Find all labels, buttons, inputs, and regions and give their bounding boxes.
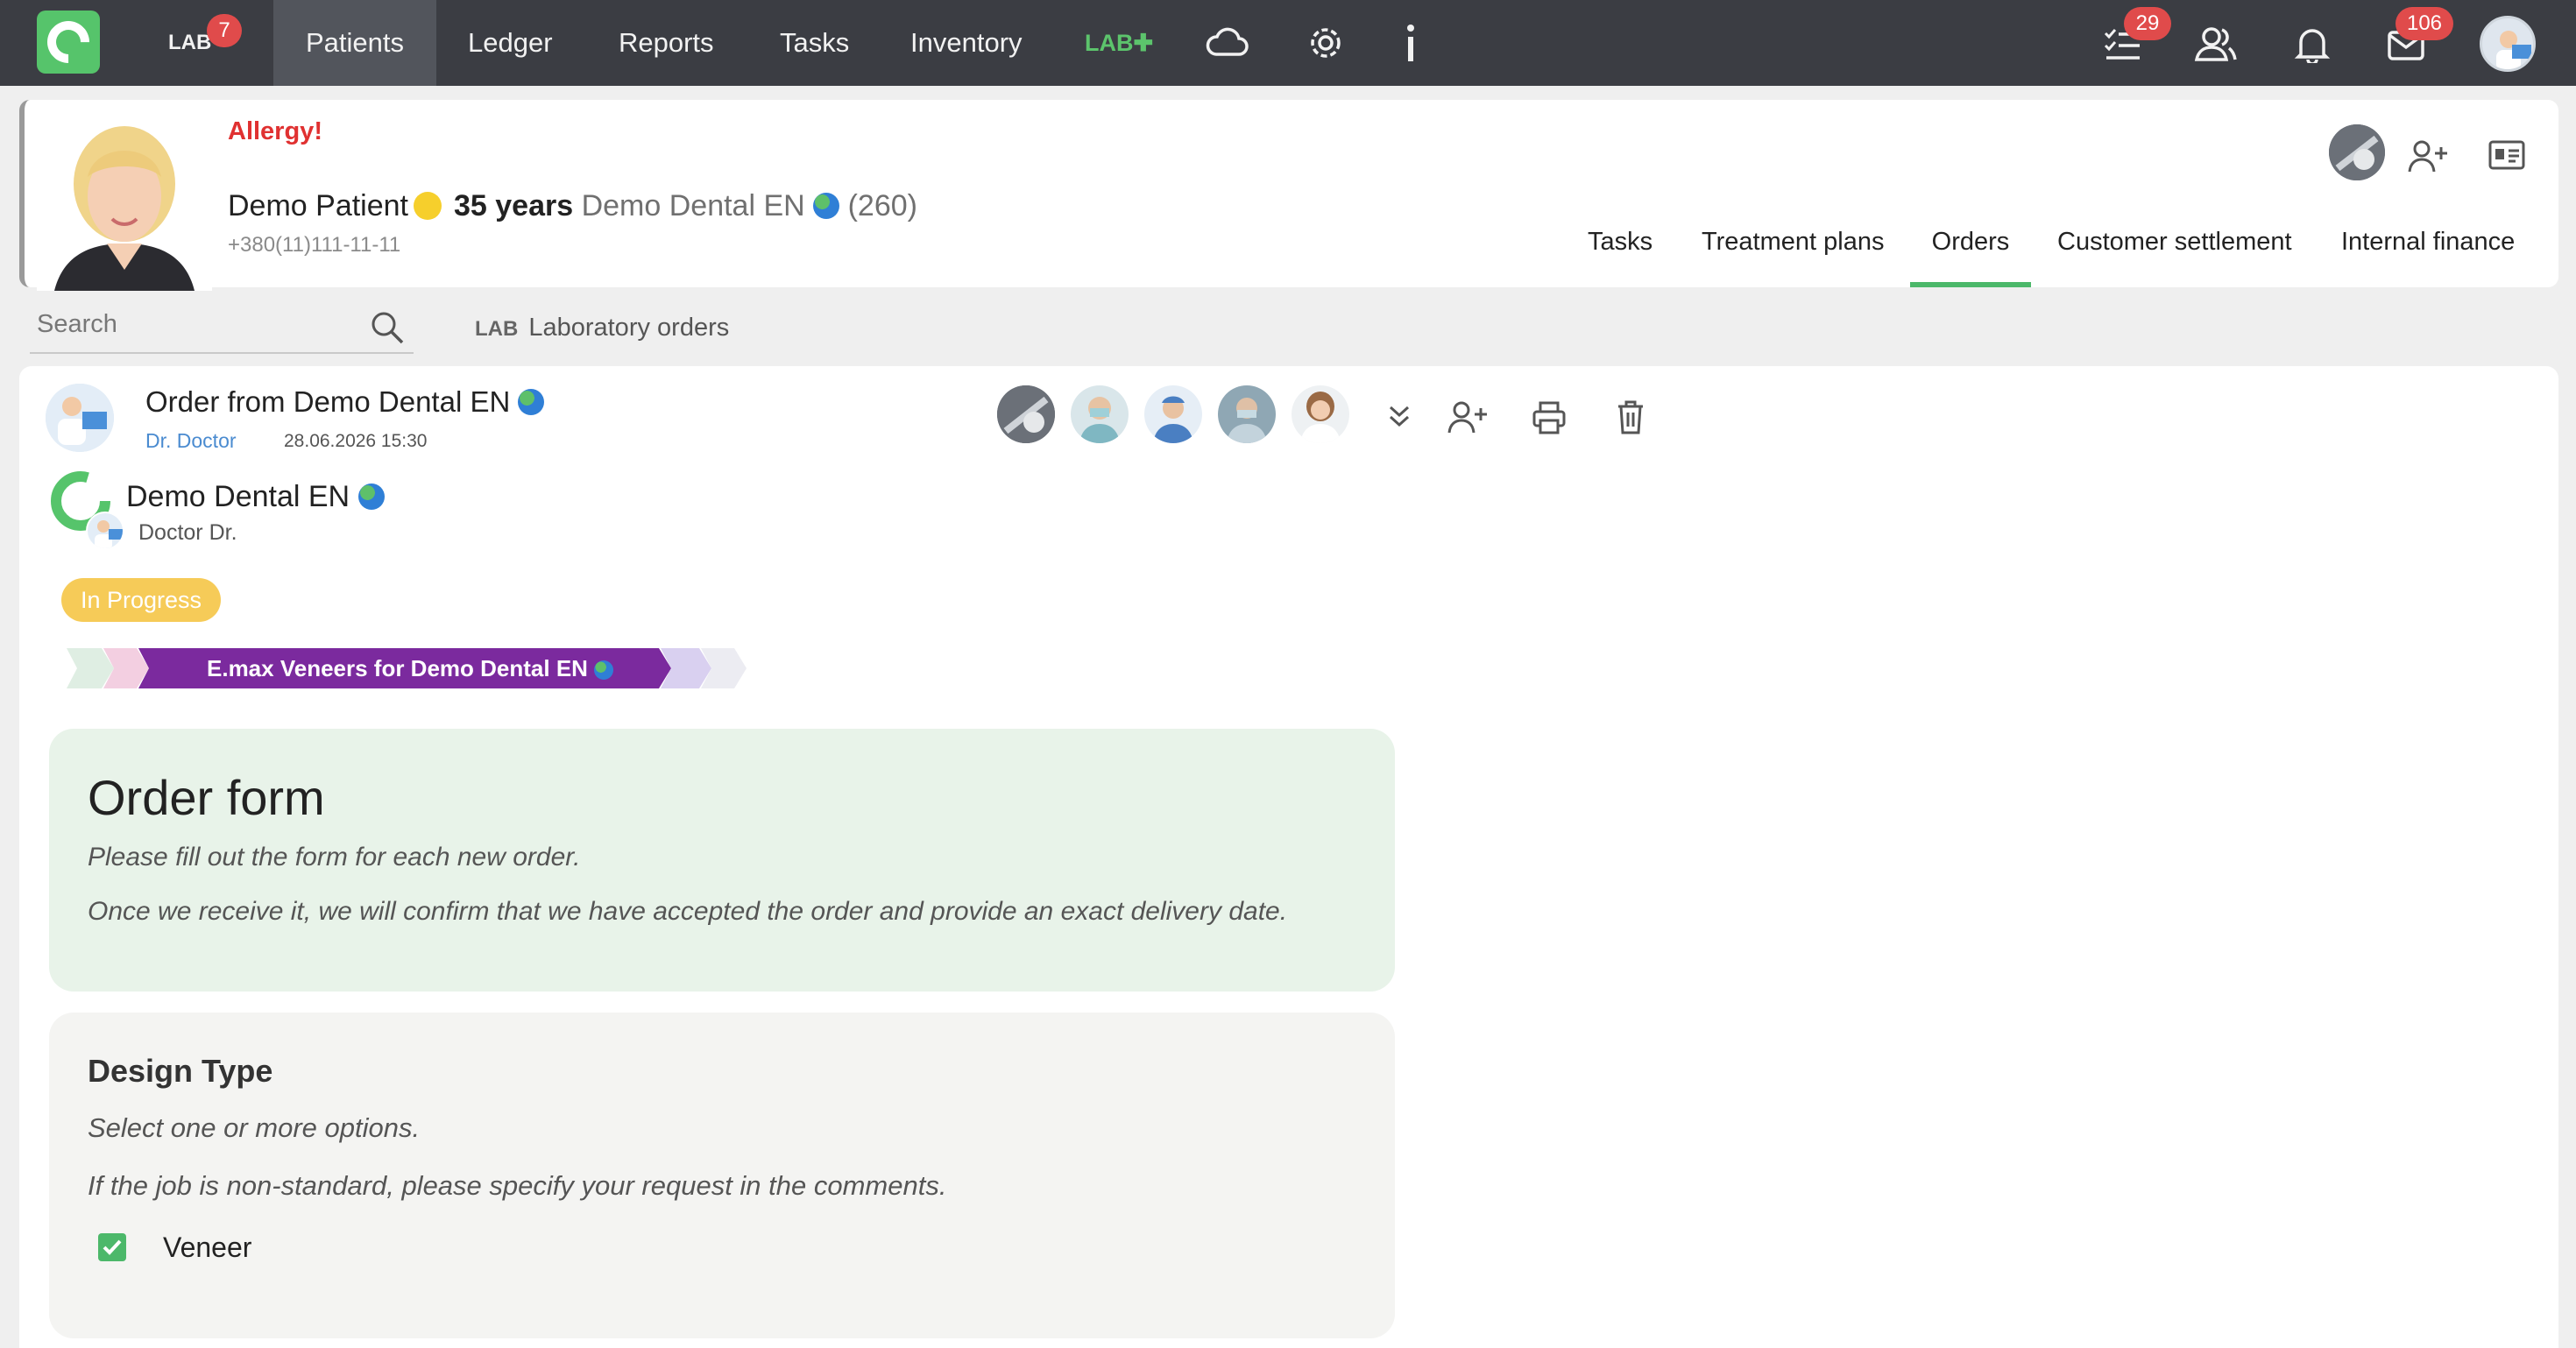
order-form-box: Order form Please fill out the form for … [49, 729, 1395, 992]
tab-customer-settlement[interactable]: Customer settlement [2057, 222, 2292, 287]
patient-age: 35 years [454, 189, 574, 222]
top-navbar: LAB 7 Patients Ledger Reports Tasks Inve… [0, 0, 2576, 86]
delete-trash-icon[interactable] [1616, 399, 1645, 434]
tab-internal-finance[interactable]: Internal finance [2341, 222, 2515, 287]
patient-record-count: (260) [847, 189, 917, 222]
design-type-box: Design Type Select one or more options. … [49, 1013, 1395, 1338]
print-icon[interactable] [1532, 401, 1567, 434]
order-form-title: Order form [88, 770, 325, 825]
add-user-icon[interactable] [2408, 138, 2448, 173]
app-logo[interactable] [37, 11, 100, 74]
lab-name: Demo Dental EN [126, 480, 385, 514]
lab-doctor-avatar[interactable] [86, 512, 124, 550]
patient-clinic: Demo Dental EN [581, 189, 805, 222]
order-author-avatar[interactable] [46, 384, 114, 452]
patient-info-line: Demo Patient 35 years Demo Dental EN (260… [228, 189, 917, 223]
veneer-checkbox[interactable] [98, 1233, 126, 1261]
allergy-warning: Allergy! [228, 117, 322, 145]
design-type-instruction-1: Select one or more options. [88, 1112, 421, 1143]
design-type-title: Design Type [88, 1053, 273, 1089]
info-icon[interactable] [1400, 23, 1421, 63]
nav-patients[interactable]: Patients [273, 0, 436, 86]
user-avatar[interactable] [2480, 16, 2536, 72]
patient-phone[interactable]: +380(11)111-11-11 [228, 233, 400, 258]
tab-tasks[interactable]: Tasks [1588, 222, 1652, 287]
patient-header-card: Allergy! Demo Patient 35 years Demo Denta… [19, 100, 2558, 291]
plus-icon: ✚ [1133, 30, 1154, 56]
order-form-instruction-1: Please fill out the form for each new or… [88, 843, 581, 872]
laboratory-orders-title: Laboratory orders [528, 314, 730, 342]
status-badge[interactable]: In Progress [61, 578, 222, 622]
veneer-option-label[interactable]: Veneer [163, 1232, 251, 1264]
nav-tasks[interactable]: Tasks [780, 0, 849, 86]
order-form-instruction-2: Once we receive it, we will confirm that… [88, 897, 1288, 926]
stage-label: E.max Veneers for Demo Dental EN [207, 648, 614, 688]
nav-ledger[interactable]: Ledger [468, 0, 553, 86]
labplus-label: LAB [1085, 30, 1134, 56]
id-card-icon[interactable] [2488, 140, 2525, 170]
order-title: Order from Demo Dental EN [145, 385, 545, 419]
order-card: Order from Demo Dental EN Dr. Doctor 28.… [19, 366, 2558, 1348]
order-date: 28.06.2026 15:30 [284, 431, 428, 451]
settings-gear-icon[interactable] [1307, 25, 1344, 61]
lab-badge: 7 [207, 14, 242, 47]
add-participant-icon[interactable] [1447, 399, 1488, 434]
lab-menu[interactable]: LAB [168, 0, 211, 86]
globe-icon [813, 193, 840, 219]
tasks-badge: 29 [2124, 7, 2171, 40]
search-placeholder: Search [37, 310, 117, 338]
lab-name-text: Demo Dental EN [126, 480, 350, 513]
participant-avatar-1[interactable] [997, 385, 1055, 443]
labplus-link[interactable]: LAB✚ [1085, 0, 1153, 86]
lab-tag: LAB [475, 317, 519, 341]
contacts-users-icon[interactable] [2194, 26, 2238, 61]
patient-name[interactable]: Demo Patient [228, 189, 408, 222]
participant-avatar-5[interactable] [1292, 385, 1349, 443]
patient-photo[interactable] [37, 116, 212, 291]
design-type-instruction-2: If the job is non-standard, please speci… [88, 1170, 947, 1201]
order-title-text: Order from Demo Dental EN [145, 385, 511, 418]
tab-orders[interactable]: Orders [1910, 222, 2031, 287]
globe-icon [594, 660, 614, 680]
participant-avatar-4[interactable] [1218, 385, 1276, 443]
order-doctor-link[interactable]: Dr. Doctor [145, 429, 237, 453]
search-input[interactable]: Search [30, 300, 414, 354]
globe-icon [357, 483, 385, 510]
lab-doctor-name: Doctor Dr. [138, 520, 237, 545]
notifications-bell-icon[interactable] [2294, 25, 2331, 63]
status-dot-icon [414, 192, 442, 220]
tab-treatment-plans[interactable]: Treatment plans [1702, 222, 1884, 287]
search-icon[interactable] [370, 310, 405, 345]
laboratory-orders-header: LAB Laboratory orders [475, 314, 729, 342]
cloud-icon[interactable] [1206, 25, 1249, 60]
chevron-double-down-icon[interactable] [1386, 403, 1412, 429]
nav-inventory[interactable]: Inventory [910, 0, 1023, 86]
stage-label-text: E.max Veneers for Demo Dental EN [207, 655, 588, 681]
participant-avatar-2[interactable] [1071, 385, 1129, 443]
messages-badge: 106 [2396, 7, 2453, 40]
assigned-doctor-avatar[interactable] [2329, 124, 2385, 180]
globe-icon [518, 389, 545, 415]
nav-reports[interactable]: Reports [619, 0, 714, 86]
participant-avatar-3[interactable] [1144, 385, 1202, 443]
